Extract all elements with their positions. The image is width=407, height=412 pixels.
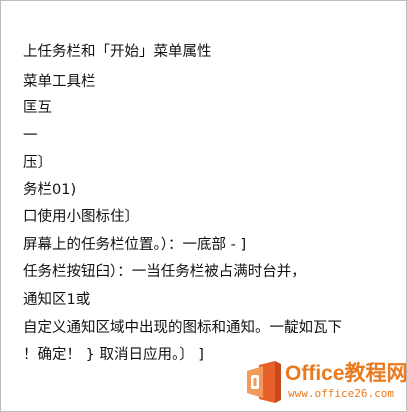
text-line: 压〕 <box>23 155 52 171</box>
text-line-small-icons: 口使用小图标住〕 <box>23 209 139 225</box>
watermark-url: www.office26.com <box>288 387 394 400</box>
text-line-taskbar-position: 屏幕上的任务栏位置。）：一底部 - ] <box>23 237 247 253</box>
text-line: 匡互 <box>23 100 52 116</box>
text-line-taskbar-start-menu-properties: 上任务栏和「开始」菜单属性 <box>23 44 212 60</box>
office-logo-icon <box>247 361 281 403</box>
text-line-customize-notifications: 自定义通知区域中出现的图标和通知。一靛如瓦下 <box>23 320 342 336</box>
text-line-taskbar: 务栏01) <box>23 182 77 198</box>
text-line-menu-toolbar: 菜单工具栏 <box>23 74 96 90</box>
text-line-taskbar-buttons: 任务栏按钮臼）：一当任务栏被占满时台并， <box>23 264 306 280</box>
watermark-title: Office教程网 <box>285 362 407 385</box>
document-frame: 上任务栏和「开始」菜单属性 菜单工具栏 匡互 一 压〕 务栏01) 口使用小图标… <box>0 0 407 412</box>
text-line: 一 <box>23 128 38 144</box>
text-line-notification-area: 通知区1或 <box>23 292 91 308</box>
text-line-dialog-buttons: ！确定！ } 取消日应用。〕 ] <box>23 347 204 363</box>
watermark: Office教程网 www.office26.com <box>245 359 407 409</box>
